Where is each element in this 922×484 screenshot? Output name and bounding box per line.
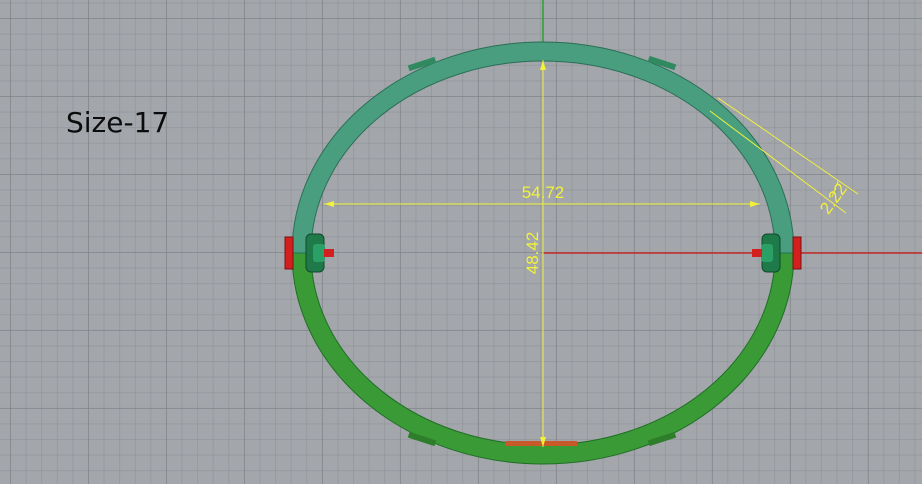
height-dimension-label: 48.42 bbox=[523, 232, 542, 275]
right-hinge[interactable] bbox=[752, 233, 802, 273]
left-hinge[interactable] bbox=[284, 233, 334, 273]
ring-drawing: 54.72 48.42 2.22 bbox=[284, 0, 922, 465]
ring-bottom-marker bbox=[505, 441, 577, 446]
viewport-3d[interactable]: Size-17 54.72 48.42 2.22 bbox=[0, 0, 922, 484]
